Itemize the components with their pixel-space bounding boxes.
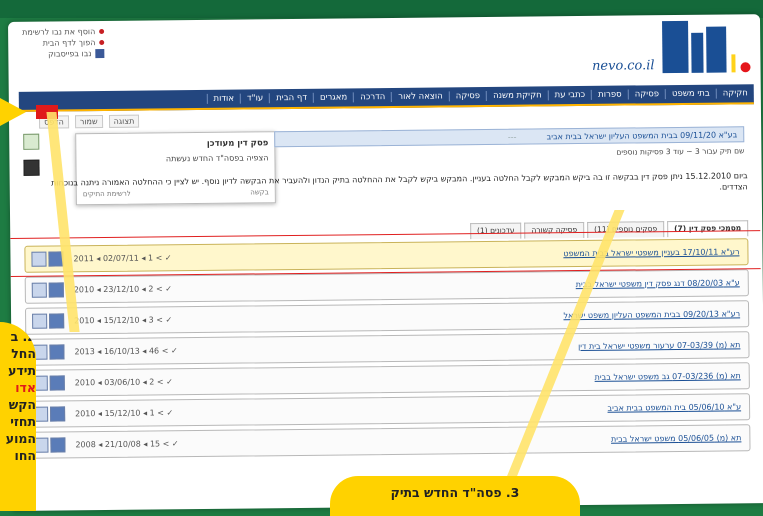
top-links: הוסף את נבו לרשימת הפוך לדף הבית נבו בפי… (22, 27, 105, 61)
person-icon[interactable] (50, 437, 66, 453)
person-icon[interactable] (48, 282, 64, 298)
tool-tabs: הדפס שמור תצוגה (38, 112, 199, 130)
callout-arrow-icon (0, 98, 26, 126)
case-header-text: בע"א 09/11/20 בבית המשפט העליון ישראל בב… (546, 129, 738, 141)
nav-item[interactable]: הדרכה (353, 91, 392, 103)
person-icon[interactable] (50, 406, 66, 422)
folder-icon[interactable] (23, 159, 40, 176)
row-title[interactable]: תא (מ) 05/06/05 משפט ישראל בבית (611, 433, 741, 443)
case-subline: שם תיק עבור 3 ~ עוד 3 פסיקות נוספים (616, 146, 745, 157)
person-icon[interactable] (49, 313, 65, 329)
browser-page: הוסף את נבו לרשימת הפוך לדף הבית נבו בפי… (8, 14, 763, 511)
nav-item[interactable]: פסיקה (448, 90, 487, 102)
list-item[interactable]: 2010 ◂ 15/12/10 ◂ 3 < ✓ רע"א 09/20/13 בב… (24, 300, 750, 335)
popup-description: הצפיה בפסה"ד החדש נעשתה (165, 153, 269, 164)
callout-step-3: 3. פסה"ד החדש בתיק (330, 476, 580, 516)
list-item[interactable]: 2008 ◂ 21/10/08 ◂ 15 < ✓ תא (מ) 05/06/05… (26, 424, 751, 459)
row-title[interactable]: תא (מ) 07-03/236 גב משפט ישראל בבית (595, 371, 741, 382)
facebook-icon (95, 48, 105, 59)
tab-updates[interactable]: עדכונים (1) (469, 222, 522, 240)
nav-item[interactable]: הוצאה לאור (391, 91, 449, 102)
callout-line: הקש (8, 397, 36, 412)
nav-item[interactable]: מאגרים (312, 92, 354, 103)
callout-line: המוע (5, 431, 36, 446)
nav-item[interactable]: ספרות (591, 89, 628, 100)
row-meta: 2010 ◂ 15/12/10 ◂ 1 < ✓ (75, 408, 174, 419)
document-icon[interactable] (32, 313, 48, 329)
logo-mark (662, 20, 751, 74)
toplink-favorites[interactable]: הוסף את נבו לרשימת (22, 27, 105, 37)
bullet-icon (99, 39, 105, 46)
list-item[interactable]: 2010 ◂ 03/06/10 ◂ 2 < ✓ תא (מ) 07-03/236… (25, 362, 750, 397)
toplink-homepage[interactable]: הפוך לדף הבית (22, 38, 105, 48)
main-nav: חקיקה בתי משפט פסיקה ספרות כתבי עת חקיקת… (18, 84, 754, 112)
tab-judgment-docs[interactable]: מסמכי פסק דין (7) (667, 220, 749, 238)
document-icon[interactable] (31, 251, 47, 267)
callout-line: תחזי (10, 414, 36, 429)
case-header-extra: --- (507, 132, 517, 142)
callout-line: החו (14, 448, 36, 463)
row-meta: 2013 ◂ 16/10/13 ◂ 46 < ✓ (74, 346, 178, 357)
row-title[interactable]: ע"א 08/20/03 דנג פסק דין משפטי ישראל בבי… (576, 278, 740, 289)
callout-step-2: 2. ב החל תידע אדו הקש תחזי המוע החו (0, 322, 36, 511)
site-logo[interactable]: nevo.co.il (592, 20, 751, 74)
tool-save[interactable]: שמור (74, 114, 103, 128)
row-title[interactable]: ע"א 05/06/10 בית המשפט בבית אביב (607, 402, 741, 412)
nav-item[interactable]: כתבי עת (547, 89, 592, 101)
row-meta: 2010 ◂ 15/12/10 ◂ 3 < ✓ (74, 315, 173, 326)
callout-line-highlight: אדו (15, 380, 36, 395)
row-meta: 2008 ◂ 21/10/08 ◂ 15 < ✓ (75, 439, 179, 450)
site-url: nevo.co.il (591, 58, 655, 74)
nav-item[interactable]: חקיקת משנה (486, 90, 548, 101)
row-title[interactable]: תא (מ) 07-03/39 ערעור משפטי ישראל בית די… (578, 340, 740, 351)
row-title[interactable]: רע"א 17/10/11 בעניין משפטי ישראל בבית המ… (563, 247, 739, 258)
toplink-facebook[interactable]: נבו בפייסבוק (22, 48, 105, 59)
nav-item[interactable]: בתי משפט (664, 88, 716, 100)
side-icons (23, 133, 40, 176)
tool-view[interactable]: תצוגה (108, 114, 140, 128)
row-meta: 2010 ◂ 03/06/10 ◂ 2 < ✓ (74, 377, 173, 388)
tab-additional-rulings[interactable]: פסקים נוספים (11) (587, 221, 665, 238)
nav-item[interactable]: אודות (206, 93, 241, 104)
tab-related-rulings[interactable]: פסיקה קשורה (524, 221, 585, 239)
list-item[interactable]: 2011 ◂ 02/07/11 ◂ 1 < ✓ רע"א 17/10/11 בע… (24, 238, 749, 273)
nav-item[interactable]: חקיקה (715, 88, 754, 99)
row-title[interactable]: רע"א 09/20/13 בבית המשפט העליון משפט ישר… (563, 309, 740, 320)
list-item[interactable]: 2010 ◂ 15/12/10 ◂ 1 < ✓ ע"א 05/06/10 בית… (25, 393, 751, 428)
callout-line: תידע (8, 363, 36, 378)
case-header-bar[interactable]: בע"א 09/11/20 בבית המשפט העליון ישראל בב… (274, 126, 745, 148)
row-meta: 2010 ◂ 23/12/10 ◂ 2 < ✓ (73, 284, 172, 295)
nav-item[interactable]: פסיקה (627, 89, 666, 100)
document-icon[interactable] (23, 133, 40, 150)
document-icon[interactable] (31, 282, 47, 298)
person-icon[interactable] (49, 375, 65, 391)
list-item[interactable]: 2013 ◂ 16/10/13 ◂ 46 < ✓ תא (מ) 07-03/39… (25, 331, 750, 366)
nav-item[interactable]: דף הבית (269, 92, 313, 104)
callout-line: החל (11, 346, 36, 361)
row-meta: 2011 ◂ 02/07/11 ◂ 1 < ✓ (73, 253, 172, 264)
bullet-icon (99, 28, 105, 35)
nav-item[interactable]: עו"ד (239, 93, 270, 104)
popup-title: פסק דין מעודכן (206, 138, 269, 149)
person-icon[interactable] (49, 344, 65, 360)
